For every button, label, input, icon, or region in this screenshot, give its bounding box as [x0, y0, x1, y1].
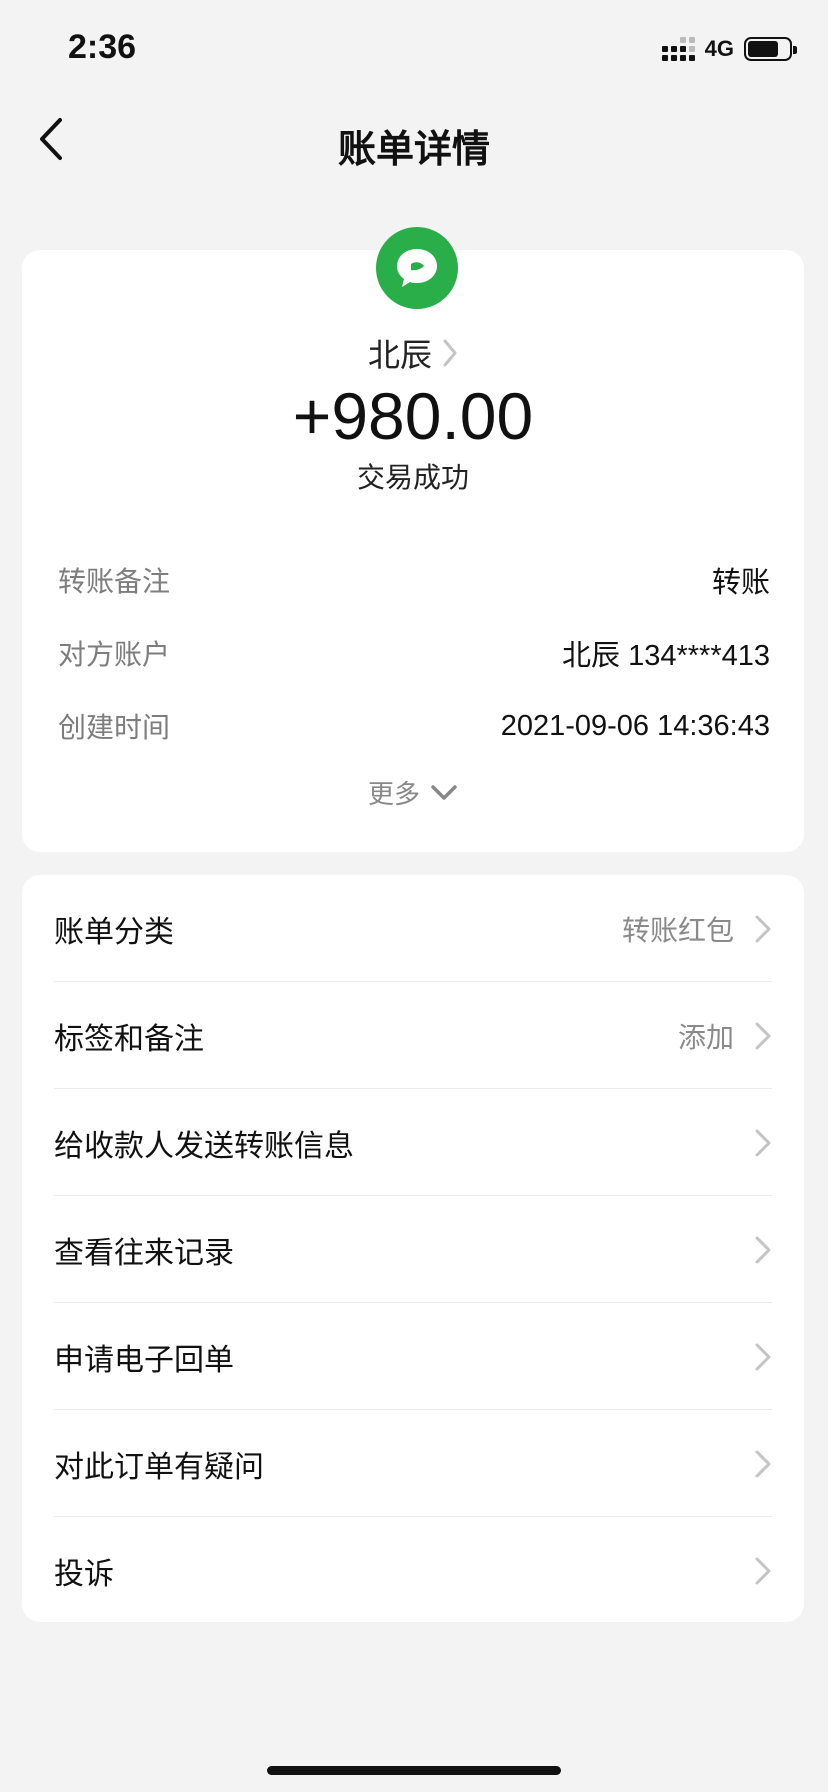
detail-value: 2021-09-06 14:36:43	[500, 709, 770, 742]
transaction-card: 北辰 +980.00 交易成功 转账备注 转账 对方账户 北辰 134****4…	[22, 227, 804, 852]
more-toggle[interactable]: 更多	[22, 774, 804, 811]
status-time: 2:36	[68, 28, 137, 66]
chevron-right-icon	[755, 1557, 771, 1584]
chevron-right-icon	[755, 1343, 771, 1370]
chevron-right-icon	[443, 339, 457, 367]
counterparty-name: 北辰	[367, 336, 432, 374]
detail-row-account: 对方账户 北辰 134****413	[58, 633, 770, 673]
menu-item-view-history[interactable]: 查看往来记录	[54, 1196, 772, 1303]
menu-item-label: 账单分类	[54, 914, 174, 950]
detail-row-remark: 转账备注 转账	[58, 560, 770, 600]
transaction-amount: +980.00	[292, 379, 534, 453]
chevron-right-icon	[755, 915, 771, 942]
menu-item-value: 转账红包	[621, 913, 734, 947]
detail-label: 转账备注	[58, 565, 171, 598]
menu-item-label: 投诉	[54, 1556, 114, 1592]
menu-item-value: 添加	[677, 1020, 734, 1054]
menu-item-order-question[interactable]: 对此订单有疑问	[54, 1410, 772, 1517]
menu-item-send-transfer-info[interactable]: 给收款人发送转账信息	[54, 1089, 772, 1196]
detail-value: 转账	[711, 567, 770, 599]
status-indicators: 4G	[661, 36, 797, 62]
chevron-right-icon	[755, 1022, 771, 1049]
more-label: 更多	[367, 780, 420, 810]
actions-card: 账单分类 转账红包 标签和备注 添加 给收款人发送转账信息 查看往来记录 申请电…	[22, 875, 804, 1622]
menu-item-label: 对此订单有疑问	[54, 1449, 264, 1485]
chevron-down-icon	[431, 784, 457, 800]
counterparty-link[interactable]: 北辰	[22, 330, 804, 376]
chevron-right-icon	[755, 1450, 771, 1477]
menu-item-label: 标签和备注	[54, 1021, 204, 1057]
home-indicator[interactable]	[267, 1766, 561, 1775]
chat-bubble-icon	[397, 249, 437, 287]
transaction-status: 交易成功	[356, 461, 469, 494]
battery-icon	[744, 37, 797, 61]
menu-item-bill-category[interactable]: 账单分类 转账红包	[54, 875, 772, 982]
menu-item-label: 申请电子回单	[54, 1342, 234, 1378]
detail-value: 北辰 134****413	[562, 640, 770, 672]
chevron-right-icon	[755, 1129, 771, 1156]
detail-label: 创建时间	[58, 711, 171, 744]
detail-label: 对方账户	[58, 638, 171, 671]
menu-item-label: 给收款人发送转账信息	[54, 1128, 354, 1164]
menu-item-complaint[interactable]: 投诉	[54, 1517, 772, 1624]
menu-item-tags-notes[interactable]: 标签和备注 添加	[54, 982, 772, 1089]
nav-bar: 账单详情	[0, 96, 828, 186]
detail-row-created-time: 创建时间 2021-09-06 14:36:43	[58, 706, 770, 746]
signal-icon	[661, 37, 695, 61]
menu-item-e-receipt[interactable]: 申请电子回单	[54, 1303, 772, 1410]
counterparty-avatar[interactable]	[376, 227, 458, 309]
status-bar: 2:36 4G	[0, 0, 828, 96]
network-label: 4G	[704, 36, 734, 61]
menu-item-label: 查看往来记录	[54, 1235, 234, 1271]
chevron-right-icon	[755, 1236, 771, 1263]
page-title: 账单详情	[337, 127, 490, 171]
